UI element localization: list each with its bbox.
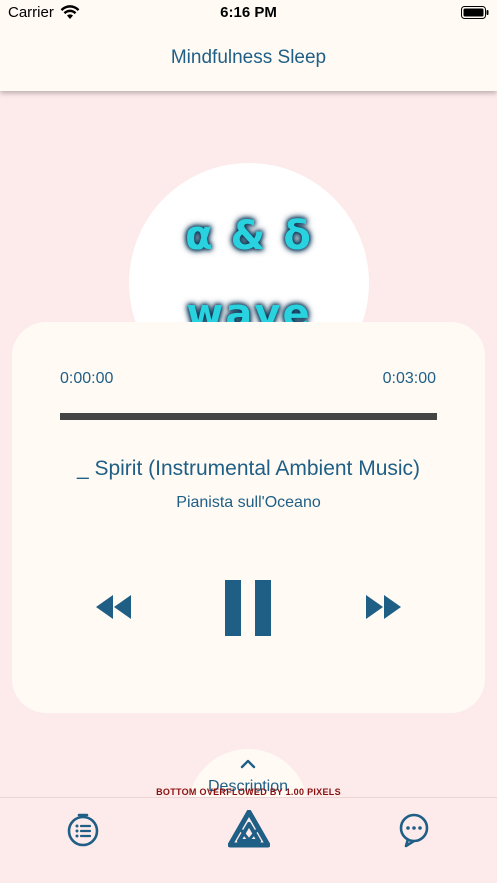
page-title: Mindfulness Sleep [170,47,327,68]
overflow-warning: BOTTOM OVERFLOWED BY 1.00 PIXELS [156,787,341,797]
status-bar: Carrier 6:16 PM [0,0,497,26]
bottom-nav [0,797,497,883]
pause-button[interactable] [223,580,273,636]
player-card: 0:00:00 0:03:00 _ Spirit (Instrumental A… [12,322,485,713]
timer-list-icon [67,813,99,847]
fast-forward-icon [366,595,401,619]
nav-timer-list[interactable] [65,812,101,848]
pause-icon [225,580,271,636]
elapsed-time: 0:00:00 [60,370,114,387]
top-bar: Carrier 6:16 PM Mindfulness Sleep [0,0,497,91]
screen: Carrier 6:16 PM Mindfulness Sleep α & δ … [0,0,497,883]
chat-bubble-icon [399,813,429,848]
triangle-logo-icon [227,809,271,848]
fast-rewind-icon [96,595,131,619]
progress-slider[interactable] [60,413,437,420]
nav-home-logo[interactable] [227,809,271,848]
fast-forward-button[interactable] [364,594,402,620]
nav-chat[interactable] [396,812,432,848]
chevron-up-icon [240,759,256,769]
track-artist: Pianista sull'Oceano [176,494,321,511]
track-title: _ Spirit (Instrumental Ambient Music) [76,457,421,480]
rewind-button[interactable] [95,594,133,620]
artwork-text-line1: α & δ [185,213,313,259]
status-time: 6:16 PM [220,4,277,21]
battery-icon [461,6,489,19]
total-time: 0:03:00 [382,370,436,387]
